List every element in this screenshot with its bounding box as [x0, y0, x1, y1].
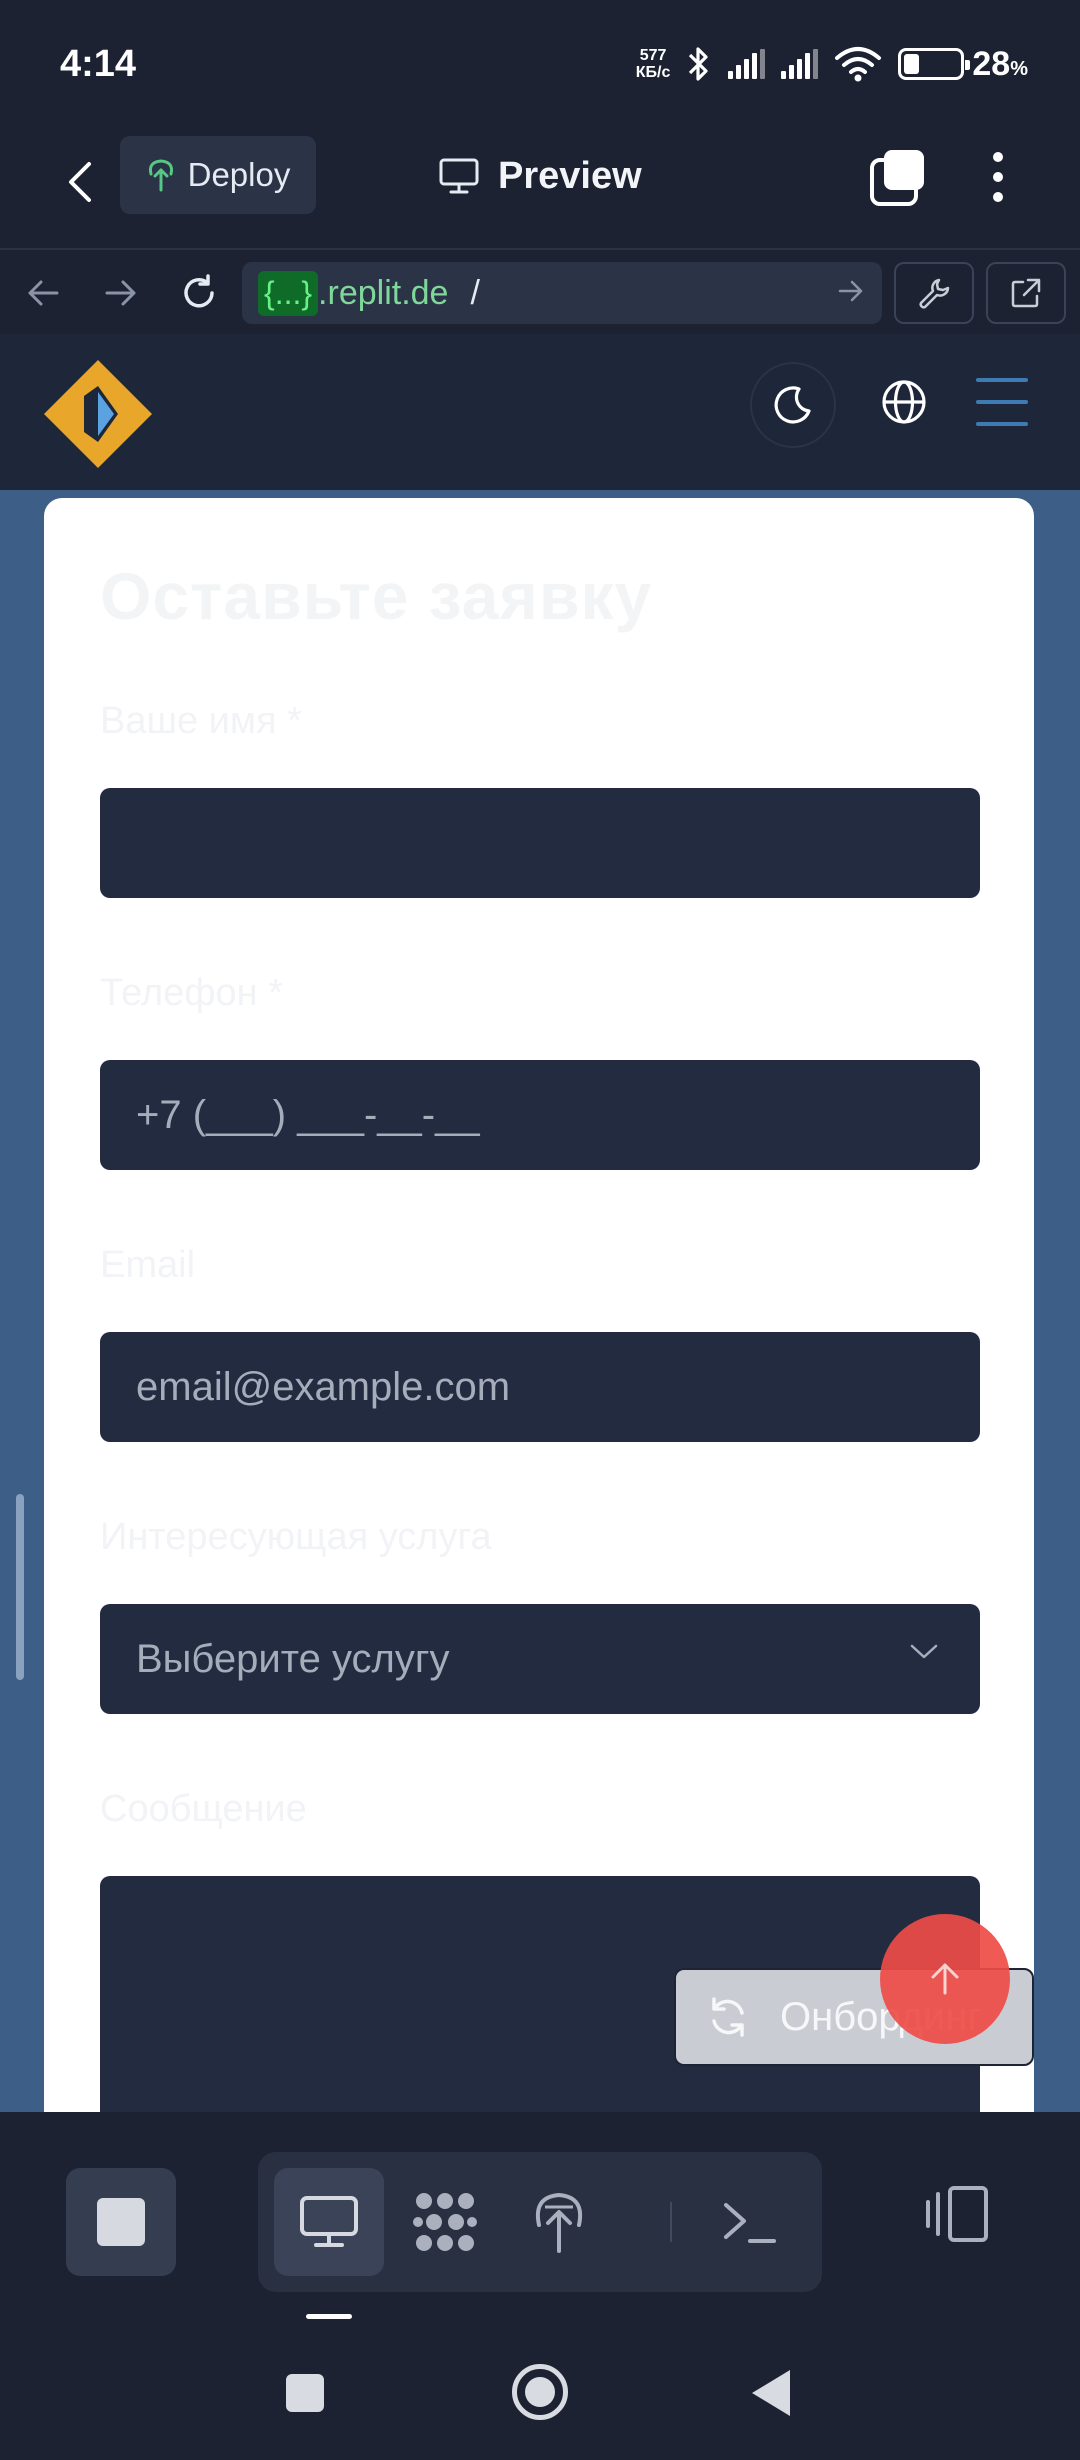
url-domain: .replit.de — [318, 273, 449, 312]
form-title: Оставьте заявку — [100, 559, 653, 633]
service-label: Интересующая услуга — [100, 1516, 492, 1558]
service-selected-value: Выберите услугу — [136, 1636, 450, 1681]
battery-indicator: 28% — [898, 45, 1028, 84]
layout-icon[interactable] — [920, 2176, 996, 2252]
chevron-down-icon — [910, 1644, 938, 1659]
replit-header: Deploy Preview — [0, 128, 1080, 248]
hamburger-menu-button[interactable] — [976, 378, 1028, 426]
active-tab-indicator — [306, 2314, 352, 2319]
phone-placeholder: +7 (___) ___-__-__ — [136, 1092, 480, 1137]
workspace-toolbar — [0, 2112, 1080, 2330]
theme-toggle-button[interactable] — [750, 362, 836, 448]
message-label: Сообщение — [100, 1788, 307, 1830]
status-bar: 4:14 577 КБ/с 28% — [0, 0, 1080, 128]
url-badge: {...} — [258, 270, 319, 316]
wrench-icon — [919, 278, 950, 309]
back-button[interactable] — [50, 152, 110, 212]
phone-label: Телефон * — [100, 972, 283, 1014]
phone-input[interactable]: +7 (___) ___-__-__ — [100, 1060, 980, 1170]
deploy-tool-icon — [536, 2192, 582, 2253]
page-scrollbar[interactable] — [16, 1494, 24, 1680]
terminal-icon — [724, 2203, 776, 2243]
tool-preview[interactable] — [274, 2168, 384, 2276]
status-icons: 577 КБ/с 28% — [636, 44, 1028, 84]
request-form-card: Оставьте заявку Ваше имя * Телефон * +7 … — [44, 498, 1034, 2112]
battery-icon — [898, 48, 971, 80]
browser-forward-button[interactable] — [96, 268, 146, 318]
deploy-label: Deploy — [187, 156, 291, 193]
email-placeholder: email@example.com — [136, 1364, 511, 1409]
email-input[interactable]: email@example.com — [100, 1332, 980, 1442]
tool-group — [258, 2152, 822, 2292]
toolbar-divider — [670, 2202, 672, 2242]
grid-icon — [413, 2193, 477, 2251]
tool-shell[interactable] — [694, 2168, 804, 2276]
globe-icon[interactable] — [876, 374, 932, 430]
reload-icon — [184, 274, 214, 308]
more-icon — [993, 152, 1003, 162]
status-time: 4:14 — [60, 42, 137, 85]
hamburger-icon — [976, 378, 1028, 382]
deploy-icon — [148, 159, 173, 192]
back-icon — [69, 162, 91, 202]
devtools-button[interactable] — [894, 262, 974, 324]
scroll-to-top-button[interactable] — [880, 1914, 1010, 2044]
refresh-icon — [712, 1997, 744, 2037]
name-input[interactable] — [100, 788, 980, 898]
go-icon[interactable] — [836, 276, 866, 306]
moon-icon — [774, 386, 811, 424]
bluetooth-icon — [689, 47, 708, 81]
tool-deployments[interactable] — [504, 2168, 614, 2276]
url-path: / — [470, 273, 480, 312]
tabs-icon[interactable] — [868, 146, 930, 208]
site-logo[interactable] — [40, 356, 156, 472]
open-new-tab-button[interactable] — [986, 262, 1066, 324]
stop-icon — [97, 2198, 145, 2246]
network-speed: 577 КБ/с — [635, 47, 671, 81]
more-options-button[interactable] — [978, 146, 1018, 208]
signal-icon-2 — [781, 49, 819, 79]
name-label: Ваше имя * — [100, 700, 302, 742]
preview-label: Preview — [498, 154, 642, 197]
site-navbar — [0, 334, 1080, 490]
arrow-up-icon — [931, 1963, 959, 1995]
browser-url-row: {...} .replit.de / — [0, 248, 1080, 334]
android-nav-bar — [0, 2330, 1080, 2460]
desktop-icon — [300, 2196, 358, 2247]
url-input[interactable]: {...} .replit.de / — [242, 262, 882, 324]
site-preview: Оставьте заявку Ваше имя * Телефон * +7 … — [0, 334, 1080, 2112]
arrow-right-icon — [105, 280, 136, 306]
stop-button[interactable] — [66, 2168, 176, 2276]
external-link-icon — [1011, 278, 1041, 308]
tool-packages[interactable] — [390, 2168, 500, 2276]
service-select[interactable]: Выберите услугу — [100, 1604, 980, 1714]
arrow-left-icon — [28, 280, 59, 306]
recents-button[interactable] — [286, 2374, 324, 2412]
email-label: Email — [100, 1244, 196, 1286]
preview-tab-title: Preview — [438, 148, 642, 204]
monitor-icon — [439, 158, 479, 194]
battery-percent: 28 — [972, 44, 1011, 83]
system-back-button[interactable] — [752, 2370, 790, 2416]
deploy-button[interactable]: Deploy — [120, 136, 316, 214]
reload-button[interactable] — [174, 268, 224, 318]
signal-icon-1 — [728, 49, 766, 79]
home-button[interactable] — [512, 2364, 568, 2420]
wifi-icon — [835, 47, 882, 82]
browser-back-button[interactable] — [18, 268, 68, 318]
